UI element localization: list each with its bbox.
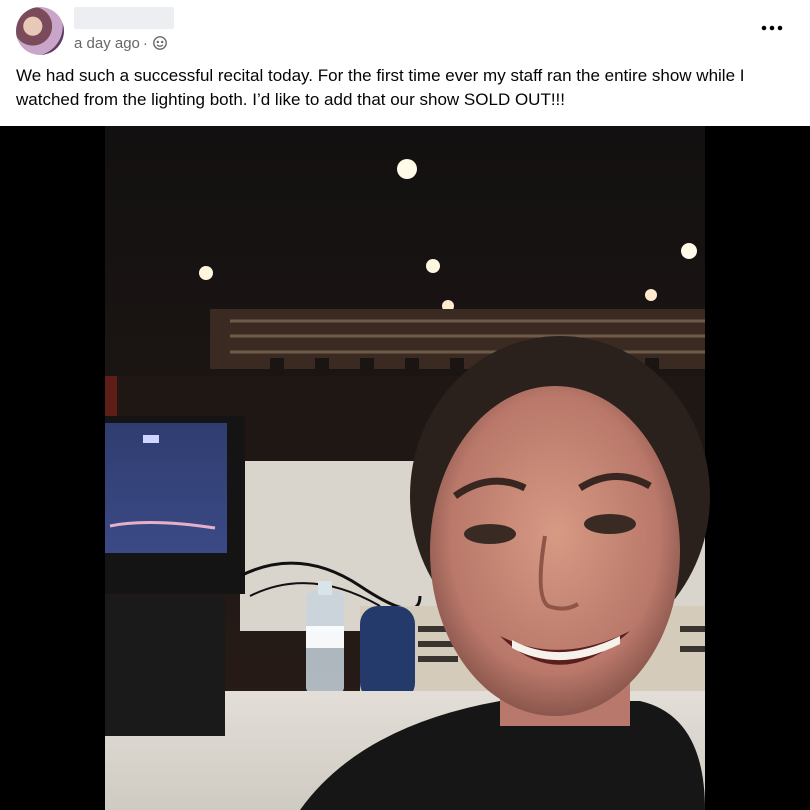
more-horizontal-icon	[761, 25, 783, 31]
author-avatar[interactable]	[16, 7, 64, 55]
post-header: a day ago ·	[0, 0, 810, 60]
post-timestamp[interactable]: a day ago	[74, 35, 140, 52]
post-meta: a day ago ·	[74, 33, 167, 53]
post-photo[interactable]	[0, 126, 810, 810]
friends-icon[interactable]	[152, 36, 167, 50]
post-text: We had such a successful recital today. …	[16, 66, 745, 109]
meta-separator: ·	[142, 34, 148, 52]
more-options-button[interactable]	[754, 14, 790, 42]
author-name-redacted	[74, 7, 174, 29]
photo-illustration	[0, 126, 810, 810]
